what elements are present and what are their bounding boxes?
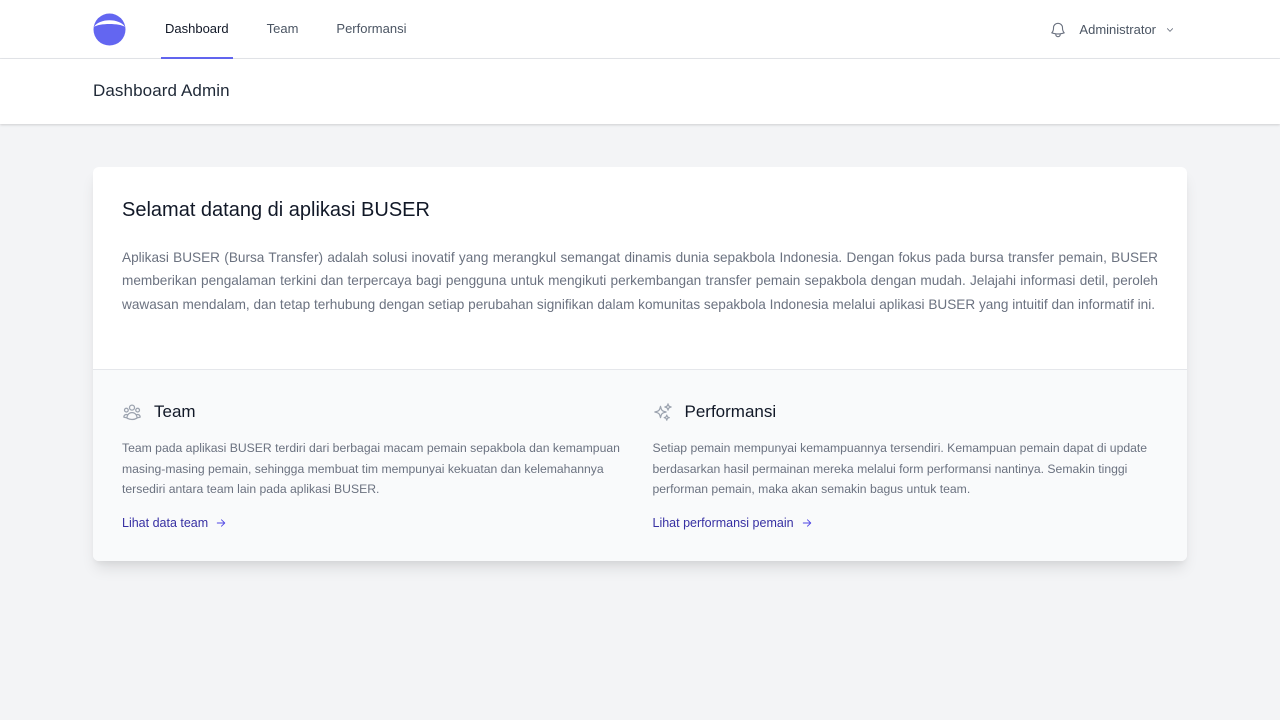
feature-performansi-title: Performansi <box>684 402 777 421</box>
user-menu-button[interactable]: Administrator <box>1079 22 1176 37</box>
top-navbar: Dashboard Team Performansi Administrator <box>0 0 1280 59</box>
nav-dashboard[interactable]: Dashboard <box>161 0 233 59</box>
bell-icon[interactable] <box>1049 21 1067 39</box>
feature-team-description: Team pada aplikasi BUSER terdiri dari be… <box>122 441 620 496</box>
view-player-performance-link[interactable]: Lihat performansi pemain <box>653 516 813 530</box>
nav-right: Administrator <box>1049 0 1176 59</box>
welcome-title: Selamat datang di aplikasi BUSER <box>122 199 430 221</box>
page-header: Dashboard Admin <box>0 59 1280 124</box>
sparkles-icon <box>653 403 672 421</box>
welcome-description: Aplikasi BUSER (Bursa Transfer) adalah s… <box>122 250 1158 312</box>
nav-team[interactable]: Team <box>263 0 303 59</box>
nav-performansi[interactable]: Performansi <box>332 0 410 59</box>
chevron-down-icon <box>1167 27 1174 32</box>
main-nav: Dashboard Team Performansi <box>161 0 410 59</box>
app-logo[interactable] <box>93 13 126 46</box>
feature-team-header: Team <box>122 402 628 422</box>
page-title: Dashboard Admin <box>93 81 230 100</box>
arrow-right-icon <box>802 518 811 527</box>
feature-performansi: Performansi Setiap pemain mempunyai kema… <box>653 402 1159 561</box>
arrow-right-icon <box>216 518 226 527</box>
features-section: Team Team pada aplikasi BUSER terdiri da… <box>93 370 1187 561</box>
welcome-section: Selamat datang di aplikasi BUSER Aplikas… <box>93 167 1187 370</box>
view-team-data-label: Lihat data team <box>122 515 209 530</box>
feature-team-title: Team <box>154 402 196 421</box>
feature-performansi-header: Performansi <box>653 402 1159 422</box>
view-player-performance-label: Lihat performansi pemain <box>652 515 794 530</box>
feature-team: Team Team pada aplikasi BUSER terdiri da… <box>122 402 628 561</box>
view-team-data-link[interactable]: Lihat data team <box>122 516 227 530</box>
feature-performansi-description: Setiap pemain mempunyai kemampuannya ter… <box>652 441 1148 496</box>
welcome-card: Selamat datang di aplikasi BUSER Aplikas… <box>93 167 1187 561</box>
user-group-icon <box>123 404 141 421</box>
user-name: Administrator <box>1079 22 1156 37</box>
